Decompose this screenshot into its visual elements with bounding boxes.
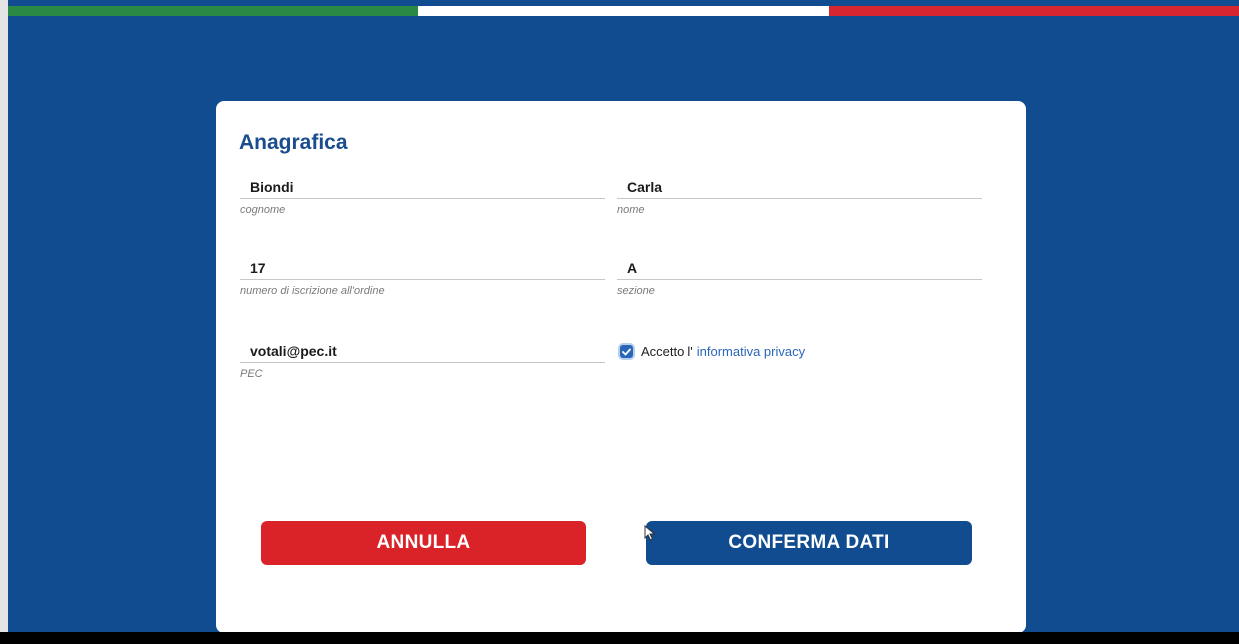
privacy-accept-text: Accetto — [641, 344, 685, 359]
bottom-bar — [0, 632, 1239, 644]
privacy-checkbox[interactable] — [620, 345, 633, 358]
sezione-label: sezione — [617, 285, 655, 297]
pec-input[interactable]: votali@pec.it — [240, 340, 605, 363]
privacy-consent: Accetto l' informativa privacy — [620, 344, 805, 359]
flag-red — [828, 6, 1239, 16]
window-edge — [0, 0, 8, 632]
italian-flag-stripe — [8, 6, 1239, 16]
nome-input[interactable]: Carla — [617, 176, 982, 199]
flag-white — [418, 6, 829, 16]
sezione-field: A sezione — [617, 257, 982, 297]
registry-form-card: Anagrafica Biondi cognome Carla nome 17 … — [216, 101, 1026, 632]
privacy-article-text: l' — [687, 344, 693, 359]
cognome-label: cognome — [240, 204, 286, 216]
flag-green — [8, 6, 419, 16]
numero-iscrizione-field: 17 numero di iscrizione all'ordine — [240, 257, 605, 297]
cancel-button[interactable]: ANNULLA — [261, 521, 586, 565]
numero-iscrizione-label: numero di iscrizione all'ordine — [240, 285, 385, 297]
nome-field: Carla nome — [617, 176, 982, 216]
page-background: Anagrafica Biondi cognome Carla nome 17 … — [8, 0, 1239, 632]
pec-field: votali@pec.it PEC — [240, 340, 605, 380]
pec-label: PEC — [240, 368, 263, 380]
privacy-policy-link[interactable]: informativa privacy — [697, 344, 805, 359]
numero-iscrizione-input[interactable]: 17 — [240, 257, 605, 280]
sezione-input[interactable]: A — [617, 257, 982, 280]
form-title: Anagrafica — [239, 131, 348, 154]
cognome-field: Biondi cognome — [240, 176, 605, 216]
confirm-data-button[interactable]: CONFERMA DATI — [646, 521, 972, 565]
mouse-pointer-icon — [644, 525, 656, 541]
nome-label: nome — [617, 204, 645, 216]
checkmark-icon — [622, 348, 631, 355]
cognome-input[interactable]: Biondi — [240, 176, 605, 199]
